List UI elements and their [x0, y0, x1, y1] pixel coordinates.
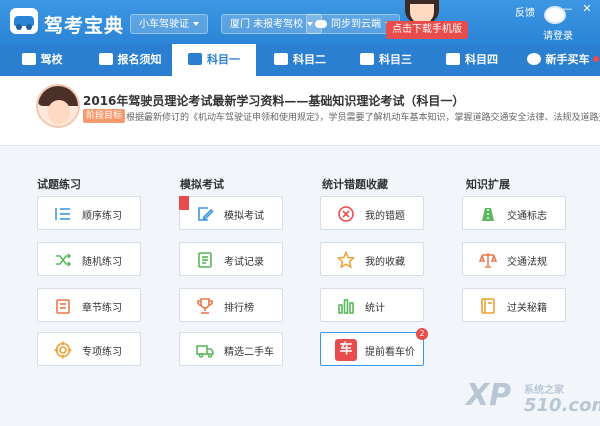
scale-icon: [479, 253, 497, 268]
watermark-number: 510.com: [524, 395, 600, 416]
road-cone-icon: [274, 53, 288, 65]
nav-label: 科目二: [293, 53, 326, 66]
info-banner: 2016年驾驶员理论考试最新学习资料——基础知识理论考试（科目一） 阶段目标 根…: [0, 76, 600, 146]
close-button[interactable]: ✕: [580, 3, 594, 15]
pass-tips-label: 过关秘籍: [507, 303, 547, 314]
app-logo: [10, 8, 38, 34]
watermark: XP 系统之家 510.com: [466, 378, 600, 418]
used-cars-button[interactable]: 精选二手车: [179, 332, 283, 366]
login-link[interactable]: 请登录: [543, 27, 573, 42]
car-icon: [360, 53, 374, 65]
car-price-icon: 车: [335, 339, 357, 361]
star-icon: [337, 251, 355, 269]
target-icon: [54, 341, 72, 359]
home-icon: [21, 53, 36, 65]
nav-label: 科目一: [207, 53, 240, 66]
chapter-icon: [56, 299, 70, 314]
feedback-link[interactable]: 反馈: [515, 4, 535, 19]
nav-item-subject-four[interactable]: 科目四: [430, 44, 514, 76]
special-practice-label: 专项练习: [82, 347, 122, 358]
main-nav: 驾校 报名须知 科目一 科目二 科目三 科目四 新手买车: [0, 44, 600, 76]
statistics-label: 统计: [365, 303, 385, 314]
watermark-logo: XP: [466, 378, 512, 413]
nav-label: 驾校: [40, 53, 63, 66]
used-cars-label: 精选二手车: [224, 347, 274, 358]
trophy-icon: [197, 298, 213, 314]
traffic-signs-label: 交通标志: [507, 211, 547, 222]
chevron-down-icon: [193, 22, 199, 26]
road-sign-icon: [482, 208, 494, 221]
section-title-practice: 试题练习: [37, 178, 81, 191]
car-price-button[interactable]: 车 提前看车价: [320, 332, 424, 366]
section-title-knowledge: 知识扩展: [466, 178, 510, 191]
edit-icon: [188, 53, 202, 65]
nav-item-buy-car[interactable]: 新手买车: [516, 44, 600, 76]
nav-item-school[interactable]: 驾校: [0, 44, 84, 76]
banner-title: 2016年驾驶员理论考试最新学习资料——基础知识理论考试（科目一）: [83, 94, 465, 108]
chapter-practice-label: 章节练习: [82, 303, 122, 314]
license-type-dropdown[interactable]: 小车驾驶证: [130, 14, 208, 34]
instructor-avatar: [36, 84, 80, 128]
book-icon: [446, 53, 460, 65]
car-price-label: 提前看车价: [365, 347, 415, 358]
nav-label: 新手买车: [545, 53, 590, 66]
record-icon: [198, 252, 212, 268]
app-title: 驾考宝典: [44, 15, 125, 37]
user-avatar[interactable]: [544, 6, 566, 24]
sequential-practice-label: 顺序练习: [82, 211, 122, 222]
traffic-signs-button[interactable]: 交通标志: [462, 196, 566, 230]
chapter-practice-button[interactable]: 章节练习: [37, 288, 141, 322]
nav-item-subject-one[interactable]: 科目一: [172, 44, 256, 76]
nav-item-subject-two[interactable]: 科目二: [258, 44, 342, 76]
steering-wheel-icon: [526, 53, 541, 65]
nav-label: 科目四: [465, 53, 498, 66]
secret-book-icon: [481, 298, 495, 314]
random-practice-button[interactable]: 随机练习: [37, 242, 141, 276]
random-practice-label: 随机练习: [82, 257, 122, 268]
section-title-stats: 统计错题收藏: [322, 178, 388, 191]
stage-goal-tag: 阶段目标: [83, 109, 126, 123]
my-mistakes-label: 我的错题: [365, 211, 405, 222]
cloud-icon: [315, 20, 327, 28]
leaderboard-button[interactable]: 排行榜: [179, 288, 283, 322]
shuffle-icon: [56, 253, 72, 267]
my-mistakes-button[interactable]: 我的错题: [320, 196, 424, 230]
notification-badge: 2: [416, 328, 428, 340]
mock-exam-button[interactable]: 模拟考试: [179, 196, 283, 230]
region-school-label: 厦门 未报考驾校: [230, 19, 304, 30]
leaderboard-label: 排行榜: [224, 303, 254, 314]
car-logo-icon: [14, 16, 34, 30]
star-flag-icon: [179, 196, 189, 210]
exam-records-button[interactable]: 考试记录: [179, 242, 283, 276]
special-practice-button[interactable]: 专项练习: [37, 332, 141, 366]
nav-item-registration[interactable]: 报名须知: [88, 44, 172, 76]
pass-tips-button[interactable]: 过关秘籍: [462, 288, 566, 322]
download-mobile-button[interactable]: 点击下载手机版: [386, 21, 468, 39]
title-bar: 驾考宝典 小车驾驶证 厦门 未报考驾校 同步到云端 点击下载手机版 反馈 — ✕…: [0, 0, 600, 44]
exam-records-label: 考试记录: [224, 257, 264, 268]
bar-chart-icon: [338, 299, 354, 314]
sequential-practice-button[interactable]: 顺序练习: [37, 196, 141, 230]
sync-label: 同步到云端: [331, 19, 381, 30]
nav-item-subject-three[interactable]: 科目三: [344, 44, 428, 76]
error-circle-icon: [338, 206, 354, 222]
mock-exam-label: 模拟考试: [224, 211, 264, 222]
edit-document-icon: [198, 207, 214, 221]
nav-label: 科目三: [379, 53, 412, 66]
traffic-laws-button[interactable]: 交通法规: [462, 242, 566, 276]
statistics-button[interactable]: 统计: [320, 288, 424, 322]
nav-label: 报名须知: [117, 53, 162, 66]
traffic-laws-label: 交通法规: [507, 257, 547, 268]
new-indicator-dot: [593, 56, 599, 62]
truck-icon: [196, 345, 214, 358]
document-icon: [98, 53, 113, 65]
my-favorites-label: 我的收藏: [365, 257, 405, 268]
section-title-mock: 模拟考试: [180, 178, 224, 191]
license-type-label: 小车驾驶证: [139, 19, 189, 30]
list-icon: [55, 208, 70, 220]
banner-description: 根据最新修订的《机动车驾驶证申领和使用规定》，学员需要了解机动车基本知识，掌握道…: [126, 113, 600, 123]
my-favorites-button[interactable]: 我的收藏: [320, 242, 424, 276]
watermark-text: 系统之家: [524, 385, 564, 396]
